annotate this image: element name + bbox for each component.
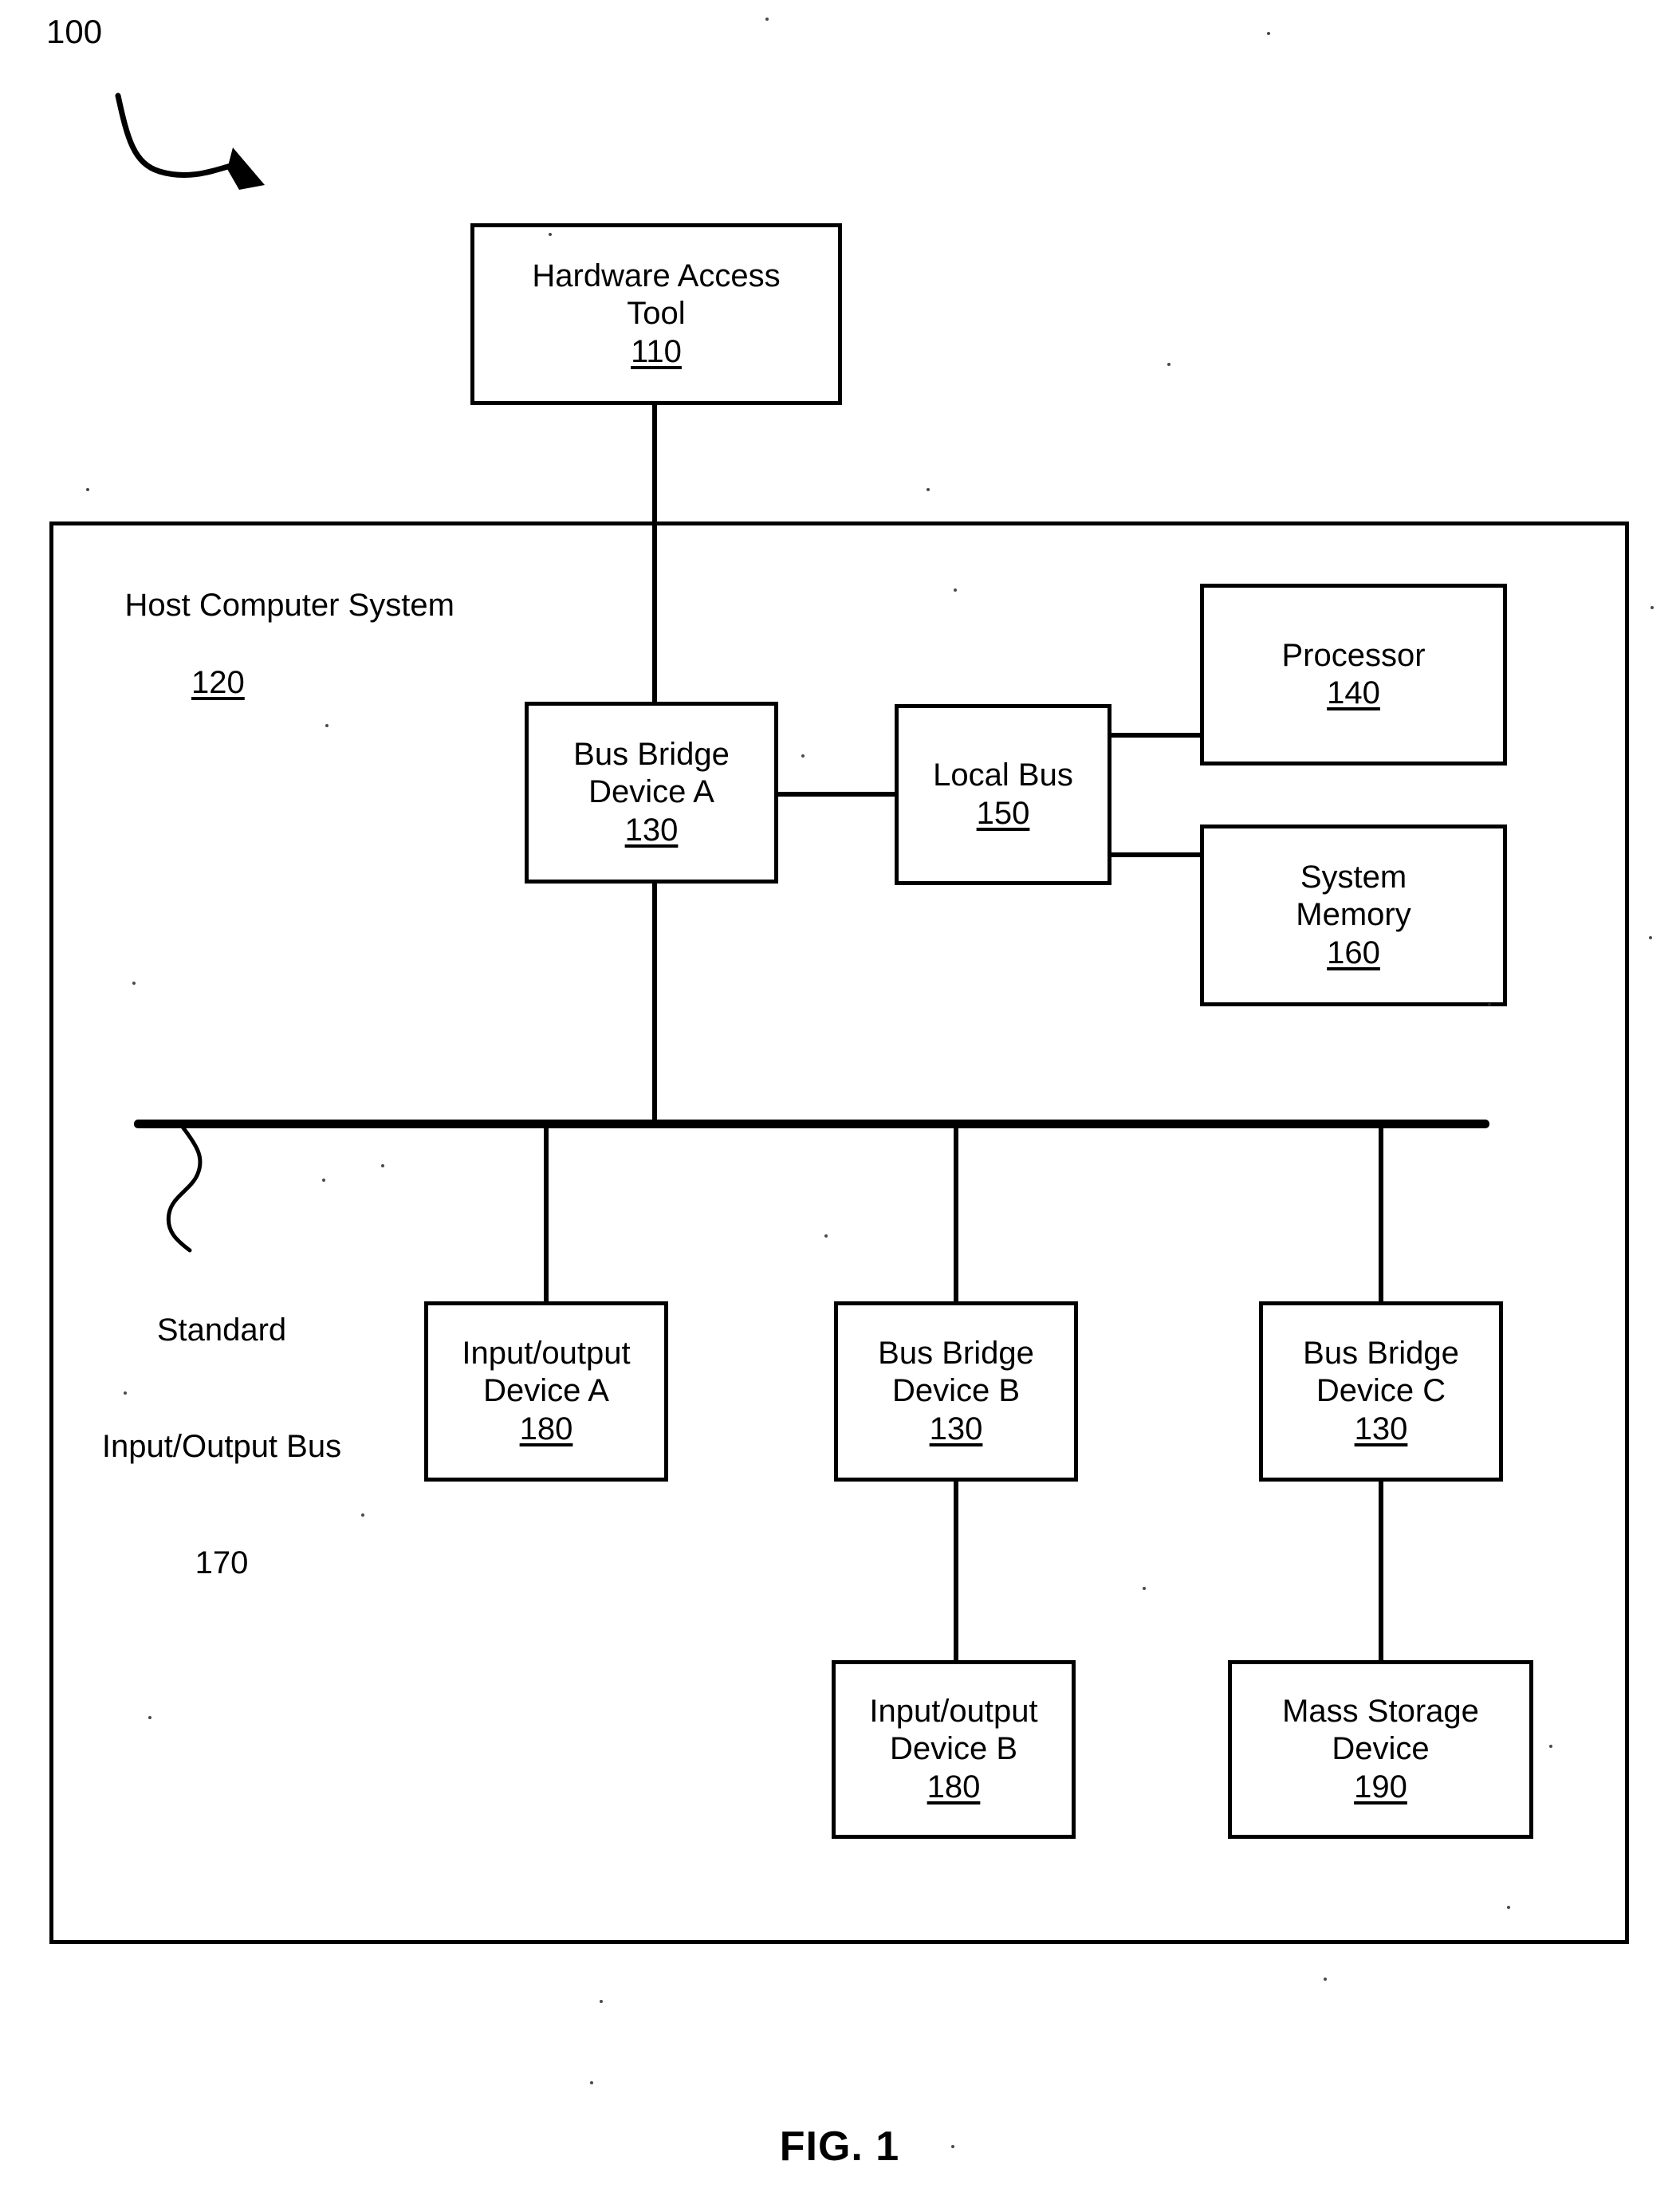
hardware-access-tool-line1: Hardware Access: [532, 258, 781, 294]
system-memory-line1: System: [1300, 860, 1407, 895]
scan-speck: [1267, 32, 1270, 35]
standard-input-output-bus-line: [134, 1120, 1489, 1128]
node-bus-bridge-device-c[interactable]: Bus Bridge Device C 130: [1259, 1301, 1503, 1482]
io-device-b-ref: 180: [927, 1769, 981, 1805]
scan-speck: [549, 233, 552, 236]
system-memory-line2: Memory: [1296, 897, 1411, 933]
scan-speck: [1650, 606, 1654, 609]
node-hardware-access-tool[interactable]: Hardware Access Tool 110: [470, 223, 842, 405]
system-memory-ref: 160: [1327, 935, 1380, 970]
bus-bridge-c-line2: Device C: [1316, 1373, 1446, 1409]
io-device-a-line1: Input/output: [462, 1336, 631, 1372]
bus-bridge-c-line1: Bus Bridge: [1303, 1336, 1459, 1372]
connector-local-bus-to-system-memory: [1110, 852, 1202, 857]
mass-storage-line2: Device: [1332, 1731, 1430, 1767]
mass-storage-ref: 190: [1354, 1769, 1407, 1805]
scan-speck: [824, 1234, 828, 1238]
scan-speck: [600, 2000, 603, 2003]
connector-bus-to-io-device-a: [544, 1124, 549, 1303]
standard-io-bus-line1: Standard: [156, 1312, 287, 1348]
scan-speck: [765, 18, 769, 21]
leader-arrow-head: [227, 148, 265, 190]
scan-speck: [148, 1716, 151, 1719]
system-reference-numeral: 100: [46, 13, 103, 50]
scan-speck: [801, 754, 805, 758]
connector-bridge-b-to-io-device-b: [954, 1480, 958, 1663]
io-device-b-line1: Input/output: [869, 1694, 1038, 1730]
node-system-memory[interactable]: System Memory 160: [1200, 825, 1507, 1006]
host-computer-system-title: Host Computer System: [124, 587, 454, 623]
connector-bridge-c-to-mass-storage: [1379, 1480, 1383, 1663]
leader-arrow-curve: [115, 92, 242, 179]
io-device-a-ref: 180: [519, 1411, 573, 1446]
scan-speck: [132, 982, 136, 985]
bus-bridge-b-line1: Bus Bridge: [878, 1336, 1034, 1372]
connector-bus-to-bus-bridge-c: [1379, 1124, 1383, 1303]
scan-speck: [381, 1164, 384, 1167]
standard-input-output-bus-label: Standard Input/Output Bus 170: [70, 1233, 373, 1661]
scan-speck: [1488, 1003, 1491, 1006]
processor-line1: Processor: [1281, 637, 1426, 673]
patent-figure-1: 100 Hardware Access Tool 110 Host Comput…: [0, 0, 1680, 2204]
bus-bridge-a-line2: Device A: [588, 774, 714, 810]
scan-speck: [1167, 363, 1170, 366]
scan-speck: [361, 1513, 364, 1517]
io-device-b-line2: Device B: [889, 1731, 1018, 1767]
local-bus-ref: 150: [976, 795, 1030, 831]
node-mass-storage-device[interactable]: Mass Storage Device 190: [1228, 1660, 1533, 1839]
node-local-bus[interactable]: Local Bus 150: [895, 704, 1111, 885]
node-processor[interactable]: Processor 140: [1200, 584, 1507, 765]
host-computer-system-label: Host Computer System 120: [89, 547, 454, 781]
connector-bridge-a-to-local-bus: [777, 792, 896, 797]
hardware-access-tool-ref: 110: [631, 333, 682, 369]
mass-storage-line1: Mass Storage: [1282, 1694, 1479, 1730]
scan-speck: [590, 2081, 593, 2084]
processor-ref: 140: [1327, 675, 1380, 710]
node-bus-bridge-device-b[interactable]: Bus Bridge Device B 130: [834, 1301, 1078, 1482]
scan-speck: [1507, 1906, 1510, 1909]
scan-speck: [1324, 1978, 1327, 1981]
hardware-access-tool-line2: Tool: [627, 296, 686, 332]
standard-io-bus-ref: 170: [195, 1545, 249, 1581]
scan-speck: [322, 1179, 325, 1182]
io-device-a-line2: Device A: [483, 1373, 609, 1409]
bus-bridge-b-ref: 130: [929, 1411, 983, 1446]
scan-speck: [954, 588, 957, 592]
scan-speck: [325, 724, 329, 727]
scan-speck: [1549, 1745, 1552, 1748]
scan-speck: [1143, 1587, 1146, 1590]
bus-bridge-a-ref: 130: [624, 812, 679, 848]
node-io-device-b[interactable]: Input/output Device B 180: [832, 1660, 1076, 1839]
node-io-device-a[interactable]: Input/output Device A 180: [424, 1301, 668, 1482]
node-bus-bridge-device-a[interactable]: Bus Bridge Device A 130: [525, 702, 778, 884]
scan-speck: [927, 488, 930, 491]
connector-bus-to-bus-bridge-b: [954, 1124, 958, 1303]
local-bus-line1: Local Bus: [933, 758, 1073, 793]
bus-bridge-a-line1: Bus Bridge: [573, 737, 730, 773]
connector-local-bus-to-processor: [1110, 733, 1202, 738]
bus-bridge-c-ref: 130: [1354, 1411, 1408, 1446]
scan-speck: [124, 1391, 127, 1395]
connector-tool-to-bridge-a: [652, 403, 657, 704]
scan-speck: [1649, 936, 1652, 939]
scan-speck: [86, 488, 89, 491]
host-computer-system-ref: 120: [191, 665, 245, 701]
standard-io-bus-line2: Input/Output Bus: [101, 1428, 342, 1464]
connector-bridge-a-to-io-bus: [652, 882, 657, 1125]
bus-bridge-b-line2: Device B: [891, 1373, 1021, 1409]
scan-speck: [951, 2145, 954, 2148]
